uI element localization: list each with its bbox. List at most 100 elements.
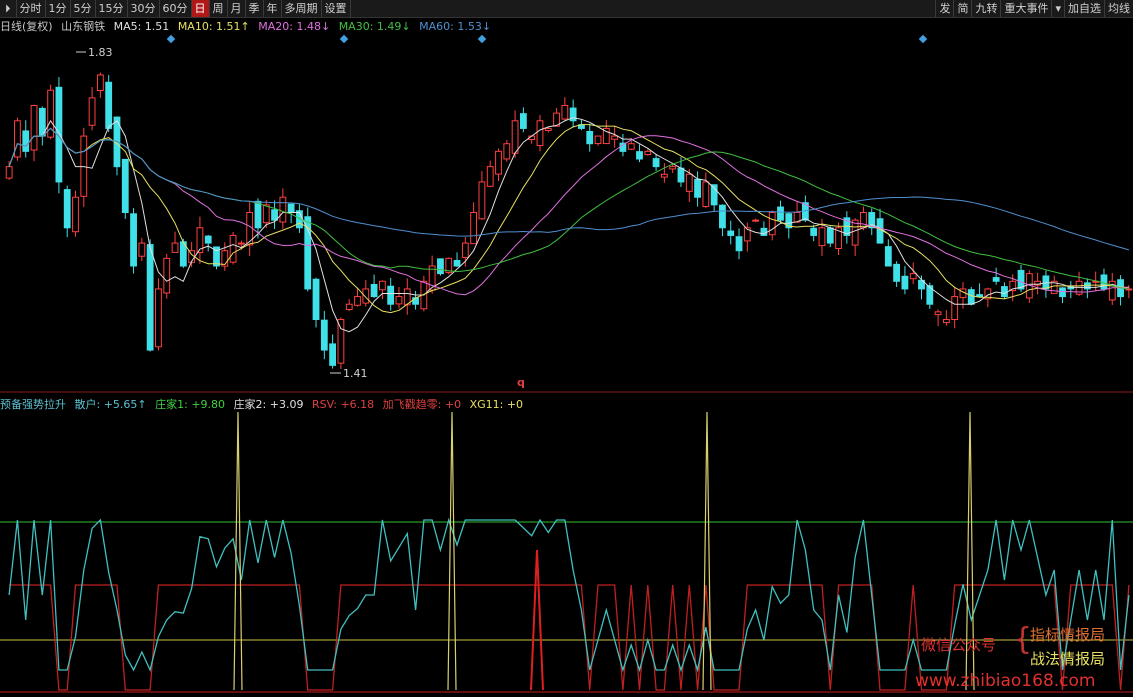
candle — [735, 236, 743, 252]
candle — [951, 296, 959, 321]
candle — [934, 311, 942, 316]
ma30-label: MA30: 1.49↓ — [338, 20, 411, 33]
rsv-label: RSV: +6.18 — [311, 398, 375, 411]
toolbar-item-8[interactable]: 月 — [228, 0, 246, 17]
candle — [1034, 280, 1042, 286]
candle — [14, 120, 21, 158]
watermark-url: www.zhibiao168.com — [915, 671, 1096, 691]
candle — [279, 196, 287, 223]
ma5-line — [8, 117, 1129, 333]
toolbar-item-12[interactable]: 设置 — [322, 0, 351, 17]
toolbar-right-item-4[interactable]: 加自选 — [1064, 0, 1104, 17]
candle — [80, 135, 88, 197]
candle — [312, 278, 320, 320]
toolbar-right-item-5[interactable]: 均线 — [1104, 0, 1133, 17]
candle — [553, 112, 560, 127]
candle — [627, 143, 635, 150]
jiafei-label: 加飞戳趋零: +0 — [382, 398, 462, 411]
candle — [96, 74, 104, 91]
toolbar-item-0[interactable]: 分时 — [17, 0, 46, 17]
candle — [171, 242, 179, 253]
candle — [246, 212, 254, 246]
toolbar-item-9[interactable]: 季 — [246, 0, 264, 17]
candle — [271, 209, 278, 221]
candle — [636, 151, 643, 160]
toolbar-item-2[interactable]: 5分 — [71, 0, 96, 17]
toolbar-right-item-3[interactable]: 重大事件 — [1000, 0, 1051, 17]
candle — [843, 217, 851, 236]
candle — [851, 219, 859, 246]
toolbar: ⏵ 分时 1分 5分 15分 30分 60分日周月季年多周期 设置 发简九转 重大事件 ▾ 加自选均… — [0, 0, 1133, 18]
candle — [777, 206, 784, 221]
candle — [30, 105, 38, 151]
candle — [619, 142, 627, 152]
candle — [22, 130, 30, 152]
candle — [926, 285, 934, 305]
candle — [287, 203, 295, 213]
main-chart-info: 日线(复权) 山东钢铁 MA5: 1.51 MA10: 1.51↑ MA20: … — [0, 18, 496, 34]
low-price-label: 1.41 — [343, 367, 368, 380]
candle — [304, 216, 312, 290]
candle — [768, 212, 776, 236]
toolbar-item-7[interactable]: 周 — [210, 0, 228, 17]
toolbar-item-4[interactable]: 30分 — [128, 0, 160, 17]
candle — [63, 189, 71, 229]
toolbar-right-item-0[interactable]: 发 — [935, 0, 953, 17]
toolbar-item-5[interactable]: 60分 — [160, 0, 192, 17]
candle — [55, 86, 63, 183]
candle — [909, 273, 917, 280]
candle — [918, 279, 925, 290]
toolbar-item-10[interactable]: 年 — [264, 0, 282, 17]
watermark-wechat: 微信公众号 — [921, 636, 997, 654]
toolbar-right-item-1[interactable]: 简 — [953, 0, 971, 17]
candle — [412, 297, 419, 305]
toolbar-item-11[interactable]: 多周期 — [282, 0, 322, 17]
candle — [320, 319, 328, 351]
toolbar-item-6[interactable]: 日 — [191, 0, 210, 17]
candle — [669, 166, 677, 170]
price-chart[interactable]: 1.83 1.41 q — [0, 0, 1133, 697]
candle — [876, 218, 884, 244]
ma5-label: MA5: 1.51 — [113, 20, 170, 33]
toolbar-right: 发简九转 重大事件 ▾ 加自选 均线 — [935, 0, 1133, 17]
candle — [1025, 273, 1033, 299]
candle — [1059, 287, 1066, 298]
candle — [5, 166, 13, 179]
candle — [88, 97, 96, 126]
candle — [470, 212, 478, 245]
toolbar-item-1[interactable]: 1分 — [46, 0, 71, 17]
watermark-zfqbj: 战法情报局 — [1030, 650, 1106, 668]
dropdown-arrow-icon[interactable]: ▾ — [1051, 0, 1064, 17]
candle — [569, 107, 577, 122]
candle — [727, 230, 735, 236]
candle — [976, 294, 983, 298]
candle — [437, 258, 444, 275]
ma60-line — [8, 127, 1130, 251]
candle — [329, 343, 337, 366]
toolbar-right-item-2[interactable]: 九转 — [971, 0, 1000, 17]
candle — [511, 120, 519, 154]
candle — [528, 135, 536, 141]
candle — [105, 81, 113, 129]
candle — [38, 107, 46, 137]
candle — [478, 181, 486, 220]
diamond-marker-icon — [339, 34, 349, 44]
period-label: 日线(复权) — [0, 20, 53, 33]
back-arrow-icon[interactable]: ⏵ — [0, 0, 17, 17]
indicator-info: 预备强势拉升 散户: +5.65↑ 庄家1: +9.80 庄家2: +3.09 … — [0, 396, 528, 412]
toolbar-item-3[interactable]: 15分 — [96, 0, 128, 17]
candle — [188, 250, 196, 263]
candle — [793, 212, 801, 223]
candle — [702, 181, 710, 208]
candle — [785, 213, 793, 229]
candle — [868, 212, 876, 229]
candle — [370, 283, 378, 298]
xg11-label: XG11: +0 — [469, 398, 524, 411]
candle — [685, 173, 693, 192]
candle — [801, 202, 809, 221]
candle — [967, 289, 975, 305]
high-price-label: 1.83 — [88, 46, 113, 59]
candle — [196, 227, 204, 254]
candle — [229, 234, 237, 263]
diamond-marker-icon — [918, 34, 928, 44]
